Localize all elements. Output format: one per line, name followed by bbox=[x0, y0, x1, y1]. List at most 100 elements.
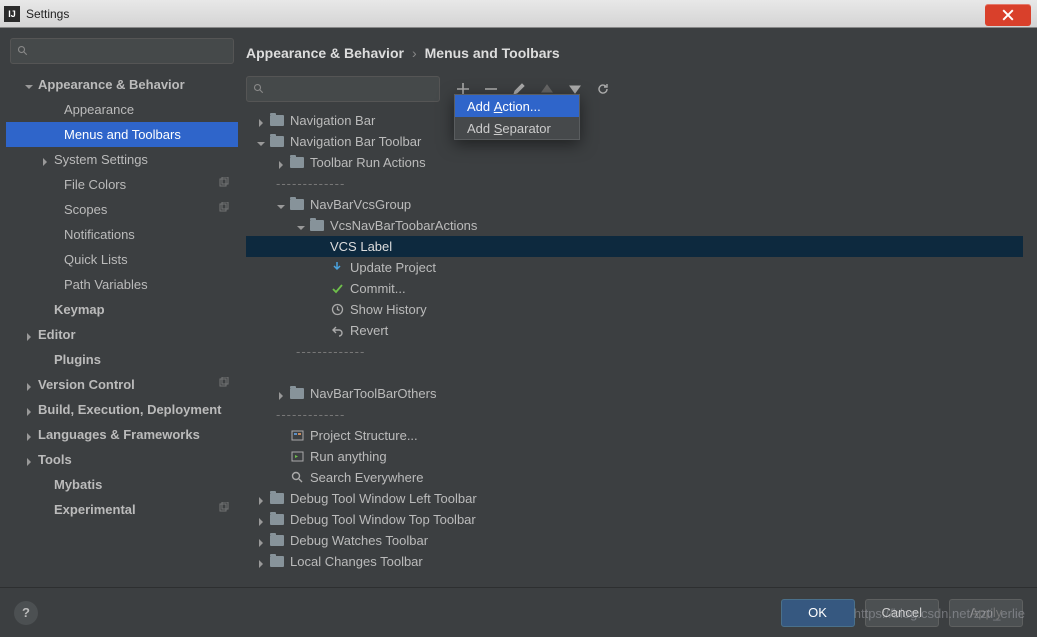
dialog-footer: ? OK Cancel Apply bbox=[0, 587, 1037, 637]
copy-icon bbox=[218, 502, 230, 517]
tree-row[interactable]: VcsNavBarToobarActions bbox=[246, 215, 1023, 236]
sidebar-tree: Appearance & Behavior Appearance Menus and… bbox=[6, 72, 238, 581]
folder-icon bbox=[270, 514, 284, 525]
sidebar-item[interactable]: Tools bbox=[6, 447, 238, 472]
tree-row[interactable]: Navigation Bar Toolbar bbox=[246, 131, 1023, 152]
window-title: Settings bbox=[26, 7, 69, 21]
sidebar-item[interactable]: Quick Lists bbox=[6, 247, 238, 272]
sidebar-item[interactable]: Keymap bbox=[6, 297, 238, 322]
breadcrumb-leaf: Menus and Toolbars bbox=[425, 45, 560, 61]
tree-row[interactable]: NavBarVcsGroup bbox=[246, 194, 1023, 215]
sidebar-item-label: Editor bbox=[38, 327, 76, 342]
sidebar-item[interactable]: Languages & Frameworks bbox=[6, 422, 238, 447]
tree-row[interactable]: Show History bbox=[246, 299, 1023, 320]
toolbar bbox=[246, 76, 1023, 102]
sidebar-item-label: Path Variables bbox=[64, 277, 148, 292]
tree-row[interactable]: Revert bbox=[246, 320, 1023, 341]
sidebar-item[interactable]: System Settings bbox=[6, 147, 238, 172]
sidebar-item-label: Appearance bbox=[64, 102, 134, 117]
sidebar-item-label: Mybatis bbox=[54, 477, 102, 492]
folder-icon bbox=[270, 556, 284, 567]
tree-row[interactable]: VCS Label bbox=[246, 236, 1023, 257]
sidebar-item-label: Quick Lists bbox=[64, 252, 128, 267]
close-button[interactable] bbox=[985, 4, 1031, 26]
tree-row-label: Search Everywhere bbox=[310, 470, 423, 485]
folder-icon bbox=[270, 535, 284, 546]
clock-icon bbox=[330, 303, 344, 317]
apply-button[interactable]: Apply bbox=[949, 599, 1023, 627]
tree-row[interactable]: Debug Tool Window Left Toolbar bbox=[246, 488, 1023, 509]
update-icon bbox=[330, 261, 344, 275]
sidebar-item-label: Tools bbox=[38, 452, 72, 467]
sidebar-item-label: Notifications bbox=[64, 227, 135, 242]
sidebar-item[interactable]: Notifications bbox=[6, 222, 238, 247]
sidebar-item[interactable]: File Colors bbox=[6, 172, 238, 197]
sidebar-item-label: Scopes bbox=[64, 202, 107, 217]
tree-row[interactable]: Toolbar Run Actions bbox=[246, 152, 1023, 173]
sidebar-item-label: File Colors bbox=[64, 177, 126, 192]
main-panel: Appearance & Behavior › Menus and Toolba… bbox=[238, 34, 1031, 581]
tree-row-label: Toolbar Run Actions bbox=[310, 155, 426, 170]
sidebar-item-label: Version Control bbox=[38, 377, 135, 392]
tree-row-label: Run anything bbox=[310, 449, 387, 464]
tree-row[interactable]: Navigation Bar bbox=[246, 110, 1023, 131]
copy-icon bbox=[218, 177, 230, 192]
popup-add-separator[interactable]: Add Separator bbox=[455, 117, 579, 139]
sidebar-item[interactable]: Build, Execution, Deployment bbox=[6, 397, 238, 422]
tree-row-label: Navigation Bar Toolbar bbox=[290, 134, 421, 149]
titlebar: IJ Settings bbox=[0, 0, 1037, 28]
folder-icon bbox=[270, 115, 284, 126]
tree-row[interactable]: Commit... bbox=[246, 278, 1023, 299]
sidebar-search-input[interactable] bbox=[10, 38, 234, 64]
sidebar-item[interactable]: Editor bbox=[6, 322, 238, 347]
tree-row-label: Debug Watches Toolbar bbox=[290, 533, 428, 548]
sidebar-item[interactable]: Plugins bbox=[6, 347, 238, 372]
sidebar-item[interactable]: Experimental bbox=[6, 497, 238, 522]
sidebar-item[interactable]: Mybatis bbox=[6, 472, 238, 497]
filter-input[interactable] bbox=[246, 76, 440, 102]
app-icon: IJ bbox=[4, 6, 20, 22]
sidebar-item[interactable]: Appearance bbox=[6, 97, 238, 122]
tree-row-label: VCS Label bbox=[330, 239, 392, 254]
tree-row[interactable]: Search Everywhere bbox=[246, 467, 1023, 488]
tree-row[interactable]: Update Project bbox=[246, 257, 1023, 278]
sidebar-item-label: Keymap bbox=[54, 302, 105, 317]
tree-row-label: Local Changes Toolbar bbox=[290, 554, 423, 569]
tree-row[interactable]: Debug Tool Window Top Toolbar bbox=[246, 509, 1023, 530]
sidebar-item-label: Plugins bbox=[54, 352, 101, 367]
tree-row[interactable]: Run anything bbox=[246, 446, 1023, 467]
sidebar-item-label: Appearance & Behavior bbox=[38, 77, 185, 92]
actions-tree[interactable]: Navigation Bar Navigation Bar Toolbar Tool… bbox=[246, 110, 1023, 581]
sidebar: Appearance & Behavior Appearance Menus and… bbox=[6, 34, 238, 581]
tree-row-label: Debug Tool Window Top Toolbar bbox=[290, 512, 476, 527]
popup-add-action[interactable]: Add Action... bbox=[455, 95, 579, 117]
sidebar-item[interactable]: Path Variables bbox=[6, 272, 238, 297]
search-icon bbox=[17, 45, 29, 57]
sidebar-item-label: Languages & Frameworks bbox=[38, 427, 200, 442]
ok-button[interactable]: OK bbox=[781, 599, 855, 627]
tree-row[interactable]: Local Changes Toolbar bbox=[246, 551, 1023, 572]
cancel-button[interactable]: Cancel bbox=[865, 599, 939, 627]
sidebar-item-label: Build, Execution, Deployment bbox=[38, 402, 221, 417]
check-icon bbox=[330, 282, 344, 296]
reset-button[interactable] bbox=[594, 80, 612, 98]
tree-row[interactable]: Project Structure... bbox=[246, 425, 1023, 446]
sidebar-item[interactable]: Appearance & Behavior bbox=[6, 72, 238, 97]
breadcrumb-root[interactable]: Appearance & Behavior bbox=[246, 45, 404, 61]
add-popup: Add Action... Add Separator bbox=[454, 94, 580, 140]
copy-icon bbox=[218, 377, 230, 392]
tree-row-label: Revert bbox=[350, 323, 388, 338]
tree-row[interactable]: NavBarToolBarOthers bbox=[246, 383, 1023, 404]
tree-row-label: Update Project bbox=[350, 260, 436, 275]
reset-icon bbox=[596, 82, 610, 96]
close-icon bbox=[1002, 9, 1014, 21]
folder-icon bbox=[290, 388, 304, 399]
help-button[interactable]: ? bbox=[14, 601, 38, 625]
sidebar-item[interactable]: Menus and Toolbars bbox=[6, 122, 238, 147]
sidebar-item[interactable]: Version Control bbox=[6, 372, 238, 397]
tree-row[interactable]: Debug Watches Toolbar bbox=[246, 530, 1023, 551]
tree-row-label: Navigation Bar bbox=[290, 113, 375, 128]
breadcrumb: Appearance & Behavior › Menus and Toolba… bbox=[246, 38, 1023, 68]
sidebar-item[interactable]: Scopes bbox=[6, 197, 238, 222]
search-icon bbox=[290, 471, 304, 485]
